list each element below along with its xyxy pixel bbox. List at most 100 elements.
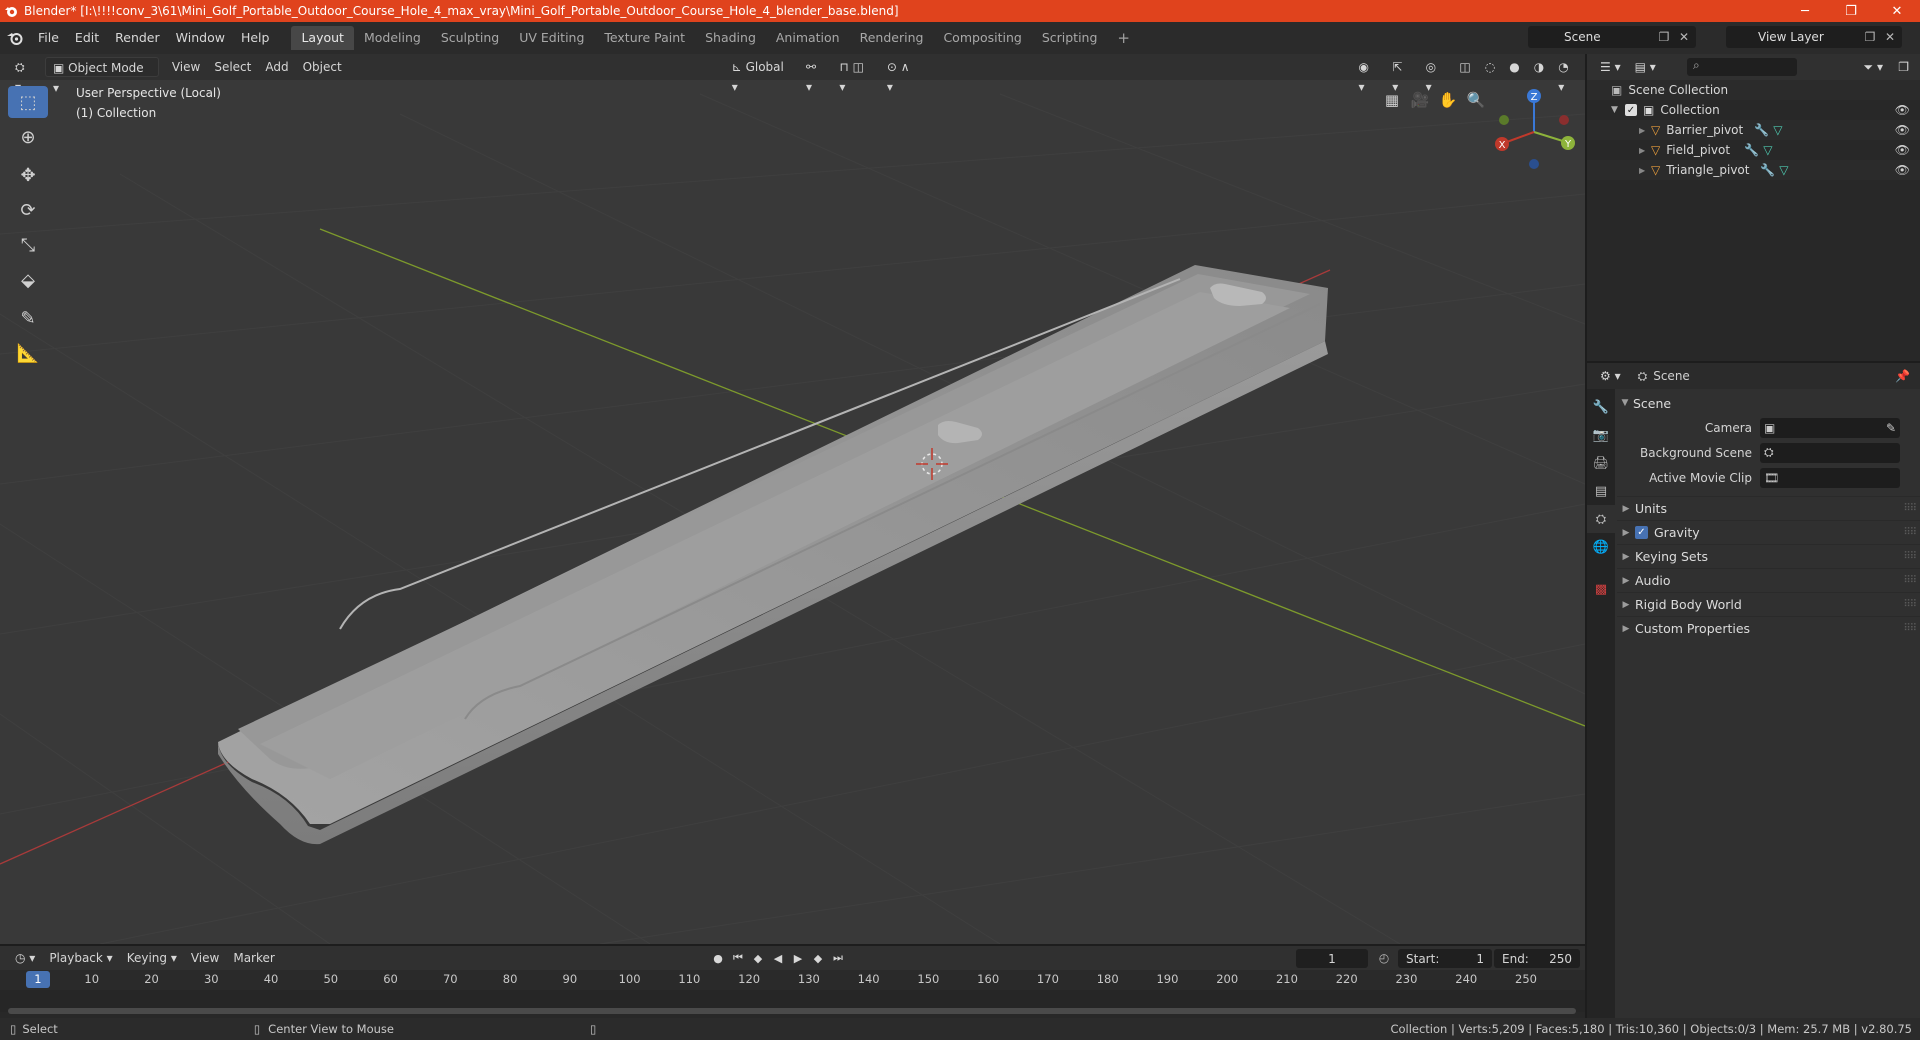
world-tab-icon[interactable]: 🌐: [1587, 533, 1615, 561]
tab-rendering[interactable]: Rendering: [850, 26, 934, 50]
tab-modeling[interactable]: Modeling: [354, 26, 431, 50]
play-icon[interactable]: ▶: [788, 949, 808, 967]
snap-icon[interactable]: ⊓ ◫ ▾: [832, 57, 879, 94]
camera-view-icon[interactable]: 🎥: [1406, 86, 1434, 114]
scene-tab-icon[interactable]: ⛭: [1587, 505, 1615, 533]
proportional-edit-icon[interactable]: ⊙ ∧ ▾: [880, 57, 926, 94]
drag-grip-icon[interactable]: ⠿⠿: [1903, 551, 1917, 562]
tab-uv-editing[interactable]: UV Editing: [509, 26, 594, 50]
outliner-row-triangle-pivot[interactable]: ▶ ▽ Triangle_pivot 🔧 ▽ 👁: [1587, 160, 1920, 180]
minimize-button[interactable]: ─: [1782, 0, 1828, 22]
timeline-scrollbar[interactable]: [8, 1008, 1576, 1014]
outliner-row-scene-collection[interactable]: ▣ Scene Collection: [1587, 80, 1920, 100]
visibility-eye-icon[interactable]: 👁: [1895, 163, 1910, 177]
transform-tool-icon[interactable]: ⬙: [8, 264, 48, 296]
object-mode-dropdown[interactable]: ▣ Object Mode ▾: [44, 57, 159, 95]
end-frame-field[interactable]: End: 250: [1494, 949, 1580, 968]
menu-object[interactable]: Object: [296, 57, 349, 77]
visibility-eye-icon[interactable]: 👁: [1895, 123, 1910, 137]
texture-tab-icon[interactable]: ▩: [1587, 575, 1615, 603]
prev-keyframe-icon[interactable]: ◆: [748, 949, 768, 967]
select-box-tool-icon[interactable]: ⬚: [8, 86, 48, 118]
scene-selector[interactable]: Scene ❐ ✕: [1528, 26, 1696, 48]
menu-window[interactable]: Window: [168, 26, 233, 50]
view-layer-selector[interactable]: View Layer ❐ ✕: [1726, 26, 1902, 48]
visibility-icon[interactable]: ◉ ▾: [1352, 57, 1386, 94]
maximize-button[interactable]: ❐: [1828, 0, 1874, 22]
active-movie-clip-field[interactable]: 🎞: [1760, 467, 1900, 488]
menu-select[interactable]: Select: [207, 57, 258, 77]
output-tab-icon[interactable]: 🖨: [1587, 449, 1615, 477]
wireframe-shading-icon[interactable]: ◌: [1478, 57, 1502, 77]
tab-sculpting[interactable]: Sculpting: [431, 26, 509, 50]
expand-arrow-icon[interactable]: ▶: [1639, 166, 1651, 175]
move-tool-icon[interactable]: ✥: [8, 159, 48, 191]
rigid-body-world-panel[interactable]: ▶ Rigid Body World ⠿⠿: [1617, 592, 1920, 616]
outliner-row-barrier-pivot[interactable]: ▶ ▽ Barrier_pivot 🔧 ▽ 👁: [1587, 120, 1920, 140]
navigation-gizmo[interactable]: Z Y X: [1486, 82, 1582, 178]
new-scene-icon[interactable]: ❐: [1656, 29, 1672, 45]
tab-layout[interactable]: Layout: [291, 26, 354, 50]
play-reverse-icon[interactable]: ◀: [768, 949, 788, 967]
menu-help[interactable]: Help: [233, 26, 278, 50]
tab-compositing[interactable]: Compositing: [933, 26, 1031, 50]
collapse-arrow-icon[interactable]: ▼: [1611, 105, 1625, 115]
cursor-tool-icon[interactable]: ⊕: [8, 121, 48, 153]
jump-start-icon[interactable]: ⏮: [728, 949, 748, 967]
gizmo-toggle-icon[interactable]: ⇱ ▾: [1385, 57, 1418, 94]
menu-view[interactable]: View: [165, 57, 207, 77]
start-frame-field[interactable]: Start: 1: [1398, 949, 1492, 968]
properties-editor-type-icon[interactable]: ⚙ ▾: [1593, 366, 1628, 386]
overlay-toggle-icon[interactable]: ◎ ▾: [1419, 57, 1453, 94]
menu-render[interactable]: Render: [107, 26, 168, 50]
measure-tool-icon[interactable]: 📐: [8, 337, 48, 369]
menu-add[interactable]: Add: [258, 57, 295, 77]
outliner-row-collection[interactable]: ▼ ✓ ▣ Collection 👁: [1587, 100, 1920, 120]
view-layer-tab-icon[interactable]: ▤: [1587, 477, 1615, 505]
pivot-point-icon[interactable]: ⚯ ▾: [799, 57, 832, 94]
visibility-eye-icon[interactable]: 👁: [1895, 143, 1910, 157]
pan-hand-icon[interactable]: ✋: [1434, 86, 1462, 114]
add-workspace-button[interactable]: +: [1107, 26, 1130, 50]
outliner-editor-type-icon[interactable]: ☰ ▾: [1593, 57, 1628, 77]
pin-icon[interactable]: 📌: [1895, 369, 1910, 383]
new-view-layer-icon[interactable]: ❐: [1862, 29, 1878, 45]
background-scene-field[interactable]: ⛭: [1760, 442, 1900, 463]
close-button[interactable]: ✕: [1874, 0, 1920, 22]
rendered-shading-icon[interactable]: ◔ ▾: [1551, 57, 1585, 94]
menu-timeline-view[interactable]: View: [184, 948, 226, 968]
units-panel[interactable]: ▶ Units ⠿⠿: [1617, 496, 1920, 520]
tool-tab-icon[interactable]: 🔧: [1587, 393, 1615, 421]
jump-end-icon[interactable]: ⏭: [828, 949, 848, 967]
filter-icon[interactable]: ⏷ ▾: [1857, 57, 1890, 77]
transform-orientation-dropdown[interactable]: ⊾ Global ▾: [725, 57, 799, 94]
xray-toggle-icon[interactable]: ◫: [1452, 57, 1477, 77]
tab-texture-paint[interactable]: Texture Paint: [594, 26, 695, 50]
menu-keying[interactable]: Keying ▾: [120, 948, 184, 968]
annotate-tool-icon[interactable]: ✎: [8, 302, 48, 334]
collection-enabled-checkbox[interactable]: ✓: [1625, 104, 1637, 116]
tab-animation[interactable]: Animation: [766, 26, 850, 50]
outliner-search-input[interactable]: ⌕: [1687, 58, 1797, 76]
scene-panel-header[interactable]: ▼ Scene: [1617, 391, 1920, 415]
grid-view-icon[interactable]: ▦: [1378, 86, 1406, 114]
delete-view-layer-icon[interactable]: ✕: [1882, 29, 1898, 45]
gravity-panel[interactable]: ▶ ✓ Gravity ⠿⠿: [1617, 520, 1920, 544]
next-keyframe-icon[interactable]: ◆: [808, 949, 828, 967]
camera-field[interactable]: ▣ ✎: [1760, 417, 1900, 438]
expand-arrow-icon[interactable]: ▶: [1639, 126, 1651, 135]
gravity-checkbox[interactable]: ✓: [1635, 526, 1648, 539]
new-collection-icon[interactable]: ❐: [1891, 57, 1916, 77]
material-shading-icon[interactable]: ◑: [1527, 57, 1551, 77]
solid-shading-icon[interactable]: ●: [1502, 57, 1526, 77]
outliner-row-field-pivot[interactable]: ▶ ▽ Field_pivot 🔧 ▽ 👁: [1587, 140, 1920, 160]
render-tab-icon[interactable]: 📷: [1587, 421, 1615, 449]
tab-scripting[interactable]: Scripting: [1032, 26, 1108, 50]
menu-edit[interactable]: Edit: [67, 26, 107, 50]
scale-tool-icon[interactable]: ⤡: [8, 229, 48, 261]
delete-scene-icon[interactable]: ✕: [1676, 29, 1692, 45]
keying-sets-panel[interactable]: ▶ Keying Sets ⠿⠿: [1617, 544, 1920, 568]
display-mode-icon[interactable]: ▤ ▾: [1628, 57, 1663, 77]
audio-panel[interactable]: ▶ Audio ⠿⠿: [1617, 568, 1920, 592]
rotate-tool-icon[interactable]: ⟳: [8, 194, 48, 226]
